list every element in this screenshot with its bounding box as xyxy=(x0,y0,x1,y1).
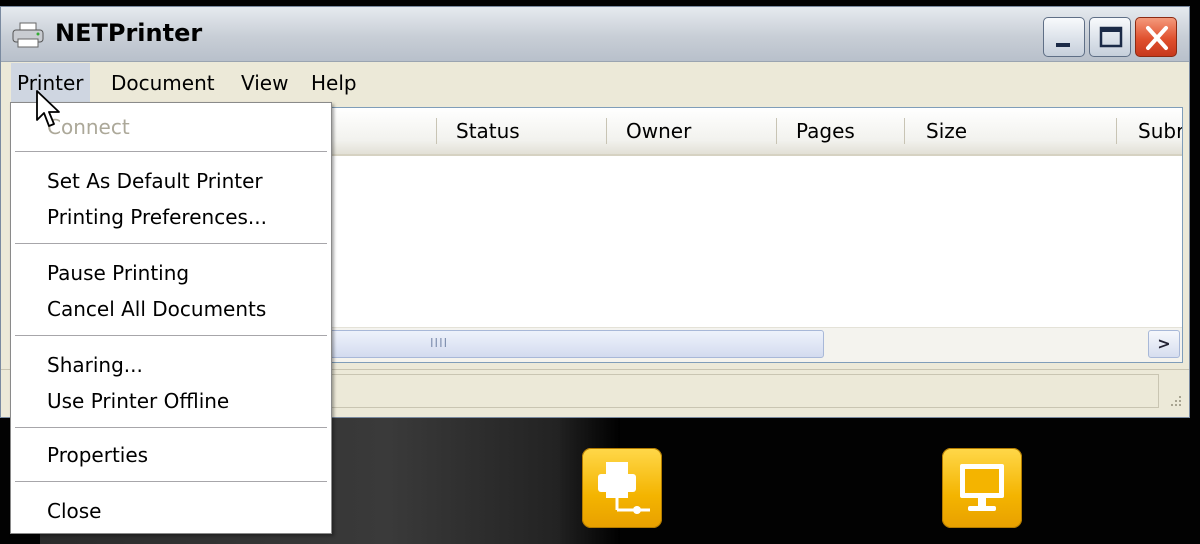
scrollbar-grip-icon: IIII xyxy=(430,336,449,350)
menu-separator xyxy=(15,427,327,428)
resize-grip-icon[interactable] xyxy=(1167,394,1183,410)
column-separator[interactable] xyxy=(904,118,905,144)
menu-document[interactable]: Document xyxy=(105,63,221,103)
chevron-right-icon: > xyxy=(1157,334,1171,353)
column-separator[interactable] xyxy=(436,118,437,144)
menu-item-properties[interactable]: Properties xyxy=(47,439,148,471)
column-header-pages[interactable]: Pages xyxy=(796,108,855,154)
minimize-icon xyxy=(1056,43,1070,47)
menu-help[interactable]: Help xyxy=(305,63,363,103)
menu-item-use-printer-offline[interactable]: Use Printer Offline xyxy=(47,385,229,417)
menu-separator xyxy=(15,335,327,336)
minimize-button[interactable] xyxy=(1043,17,1085,57)
computer-monitor-icon[interactable] xyxy=(942,448,1022,528)
window-title: NETPrinter xyxy=(55,19,203,47)
mouse-cursor-icon xyxy=(36,90,60,127)
menu-separator xyxy=(15,243,327,244)
column-header-size[interactable]: Size xyxy=(926,108,967,154)
network-printer-icon[interactable] xyxy=(582,448,662,528)
scroll-right-button[interactable]: > xyxy=(1148,330,1180,358)
menu-item-cancel-all-documents[interactable]: Cancel All Documents xyxy=(47,293,266,325)
column-header-owner[interactable]: Owner xyxy=(626,108,691,154)
column-separator[interactable] xyxy=(606,118,607,144)
menu-item-printing-preferences[interactable]: Printing Preferences... xyxy=(47,201,267,233)
menu-view[interactable]: View xyxy=(235,63,294,103)
menu-item-close[interactable]: Close xyxy=(47,495,101,527)
menu-bar: Printer Document View Help xyxy=(1,63,1189,103)
close-icon xyxy=(1146,26,1168,50)
maximize-button[interactable] xyxy=(1089,17,1131,57)
column-header-status[interactable]: Status xyxy=(456,108,520,154)
maximize-icon xyxy=(1099,26,1123,48)
printer-menu-dropdown: Connect Set As Default Printer Printing … xyxy=(10,102,332,534)
column-separator[interactable] xyxy=(776,118,777,144)
menu-separator xyxy=(15,151,327,152)
menu-item-pause-printing[interactable]: Pause Printing xyxy=(47,257,189,289)
printer-icon xyxy=(12,22,44,48)
scrollbar-thumb[interactable] xyxy=(312,330,824,358)
close-button[interactable] xyxy=(1135,17,1177,57)
menu-item-sharing[interactable]: Sharing... xyxy=(47,349,143,381)
column-header-submitted[interactable]: Subr xyxy=(1138,108,1182,154)
title-bar[interactable]: NETPrinter xyxy=(1,7,1189,62)
menu-item-set-default-printer[interactable]: Set As Default Printer xyxy=(47,165,263,197)
column-separator[interactable] xyxy=(1116,118,1117,144)
menu-separator xyxy=(15,481,327,482)
